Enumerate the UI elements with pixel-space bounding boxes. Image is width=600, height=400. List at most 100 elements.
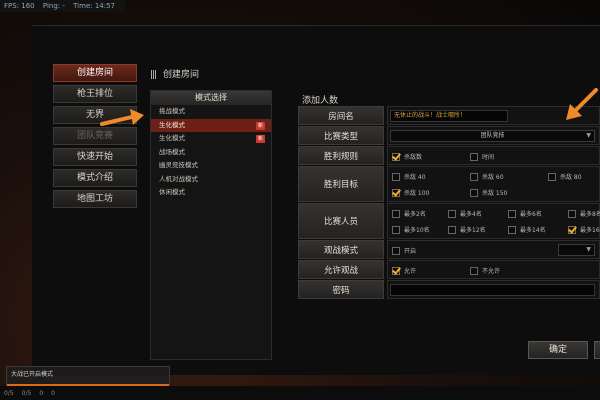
checkbox-checked-icon (392, 152, 400, 161)
checkbox-icon (470, 172, 478, 181)
checkbox-icon (448, 225, 456, 234)
mode-item-label: 人机对战模式 (159, 174, 198, 183)
option-label: 最多8名 (580, 211, 600, 218)
players-option[interactable]: 最多2名 (392, 209, 426, 218)
checkbox-icon (508, 225, 516, 234)
players-cell: 最多2名 最多4名 最多6名 最多8名 最多10名 最多12名 最多14名 最多… (387, 203, 600, 239)
sidebar-item-create-room[interactable]: 创建房间 (53, 64, 137, 82)
match-type-cell: 团队竞技 ▼ (387, 126, 600, 145)
option-label: 最多14名 (520, 227, 546, 234)
spectate-mode-select[interactable]: ▼ (558, 244, 595, 256)
spectate-mode-row: 观战模式 开启 ▼ (298, 240, 600, 259)
secondary-button[interactable] (594, 341, 600, 359)
password-input[interactable] (390, 284, 595, 296)
checkbox-icon (508, 209, 516, 218)
players-option[interactable]: 最多10名 (392, 225, 430, 234)
tutorial-arrow-icon (566, 88, 598, 120)
victory-target-row: 胜利目标 杀敌 40 杀敌 60 杀敌 80 杀敌 100 杀敌 150 (298, 166, 600, 202)
match-type-select[interactable]: 团队竞技 ▼ (390, 130, 595, 142)
match-type-row: 比赛类型 团队竞技 ▼ (298, 126, 600, 145)
checkbox-icon (392, 225, 400, 234)
option-label: 不允许 (482, 268, 501, 275)
allow-spectate-cell: 允许 不允许 (387, 260, 600, 279)
status-item: 0 (39, 389, 44, 397)
time-readout: Time: 14:57 (73, 2, 116, 10)
option-label: 杀敌数 (404, 154, 423, 161)
players-option[interactable]: 最多8名 (568, 209, 600, 218)
victory-target-cell: 杀敌 40 杀敌 60 杀敌 80 杀敌 100 杀敌 150 (387, 166, 600, 202)
players-row: 比赛人员 最多2名 最多4名 最多6名 最多8名 最多10名 最多12名 最多1… (298, 203, 600, 239)
victory-rule-cell: 杀敌数 时间 (387, 146, 600, 165)
victory-target-option[interactable]: 杀敌 40 (392, 172, 426, 181)
mode-item[interactable]: 生化模式 新 (151, 132, 271, 146)
allow-spectate-label: 允许观战 (298, 260, 384, 279)
checkbox-icon (448, 209, 456, 218)
fps-readout: FPS: 160 (4, 2, 35, 10)
allow-spectate-row: 允许观战 允许 不允许 (298, 260, 600, 279)
tutorial-arrow-icon (100, 109, 144, 126)
mode-item-label: 挑战模式 (159, 107, 185, 115)
status-item: 0/5 (4, 389, 14, 397)
sidebar-item-map-workshop[interactable]: 地图工坊 (53, 190, 137, 208)
option-label: 时间 (482, 154, 495, 161)
checkbox-icon (392, 209, 400, 218)
victory-target-option[interactable]: 杀敌 80 (548, 172, 582, 181)
option-label: 杀敌 40 (404, 174, 426, 181)
mode-item[interactable]: 人机对战模式 (151, 173, 271, 187)
players-option[interactable]: 最多12名 (448, 225, 486, 234)
option-label: 允许 (404, 268, 417, 275)
checkbox-icon (568, 209, 576, 218)
checkbox-checked-icon (568, 225, 576, 234)
room-settings: 房间名 无休止的战斗！战士哪所！ 比赛类型 团队竞技 ▼ 胜利规则 杀敌数 时间 (298, 106, 600, 300)
sidebar-item-ranked[interactable]: 枪王排位 (53, 85, 137, 103)
match-type-value: 团队竞技 (480, 132, 505, 139)
victory-target-option[interactable]: 杀敌 60 (470, 172, 504, 181)
players-option[interactable]: 最多6名 (508, 209, 542, 218)
spectate-mode-label: 观战模式 (298, 240, 384, 259)
allow-spectate-option[interactable]: 允许 (392, 266, 416, 275)
checkbox-icon (470, 188, 478, 197)
new-badge: 新 (256, 121, 265, 130)
option-label: 杀敌 60 (482, 174, 504, 181)
victory-target-option[interactable]: 杀敌 150 (470, 188, 507, 197)
option-label: 最多2名 (404, 211, 426, 218)
confirm-button[interactable]: 确定 (528, 341, 588, 359)
players-option[interactable]: 最多4名 (448, 209, 482, 218)
mode-item[interactable]: 幽灵竞技模式 (151, 159, 271, 173)
victory-rule-option[interactable]: 时间 (470, 152, 494, 161)
status-item: 0/5 (21, 389, 32, 397)
checkbox-checked-icon (392, 266, 400, 275)
mode-item[interactable]: 战场模式 (151, 146, 271, 160)
option-label: 最多6名 (520, 211, 542, 218)
performance-hud: FPS: 160 Ping: - Time: 14:57 (0, 0, 126, 12)
status-bar: 0/5 0/5 0 0 (0, 386, 600, 400)
checkbox-icon (392, 246, 400, 255)
allow-spectate-option[interactable]: 不允许 (470, 266, 500, 275)
password-row: 密码 (298, 280, 600, 299)
mode-list: 模式选择 挑战模式 生化模式 新 生化模式 新 战场模式 幽灵竞技模式 人机对战… (150, 90, 272, 360)
panel-title-text: 创建房间 (162, 70, 199, 80)
players-option[interactable]: 最多16名 (568, 225, 600, 234)
password-label: 密码 (298, 280, 384, 299)
mode-item[interactable]: 休闲模式 (151, 186, 271, 200)
sidebar-item-mode-intro[interactable]: 模式介绍 (53, 169, 137, 187)
room-name-input[interactable]: 无休止的战斗！战士哪所！ (390, 110, 508, 122)
mode-item-label: 战场模式 (159, 147, 185, 156)
victory-target-option[interactable]: 杀敌 100 (392, 188, 429, 197)
spectate-mode-cell: 开启 ▼ (387, 240, 600, 259)
panel-title: ||| 创建房间 (150, 67, 199, 80)
spectate-mode-option[interactable]: 开启 (392, 246, 416, 255)
checkbox-icon (470, 152, 478, 161)
victory-rule-row: 胜利规则 杀敌数 时间 (298, 146, 600, 165)
sidebar-item-quick-start[interactable]: 快速开始 (53, 148, 137, 166)
option-label: 杀敌 100 (404, 190, 430, 197)
ping-readout: Ping: - (42, 2, 65, 10)
settings-title: 添加人数 (302, 96, 339, 106)
mode-item[interactable]: 挑战模式 (151, 105, 271, 119)
mode-item-label: 生化模式 (159, 120, 185, 129)
mode-item-selected[interactable]: 生化模式 新 (151, 118, 271, 132)
checkbox-icon (548, 172, 556, 181)
sidebar: 创建房间 枪王排位 无界 团队竞赛 快速开始 模式介绍 地图工坊 (53, 64, 137, 211)
players-option[interactable]: 最多14名 (508, 225, 546, 234)
victory-rule-option[interactable]: 杀敌数 (392, 152, 422, 161)
